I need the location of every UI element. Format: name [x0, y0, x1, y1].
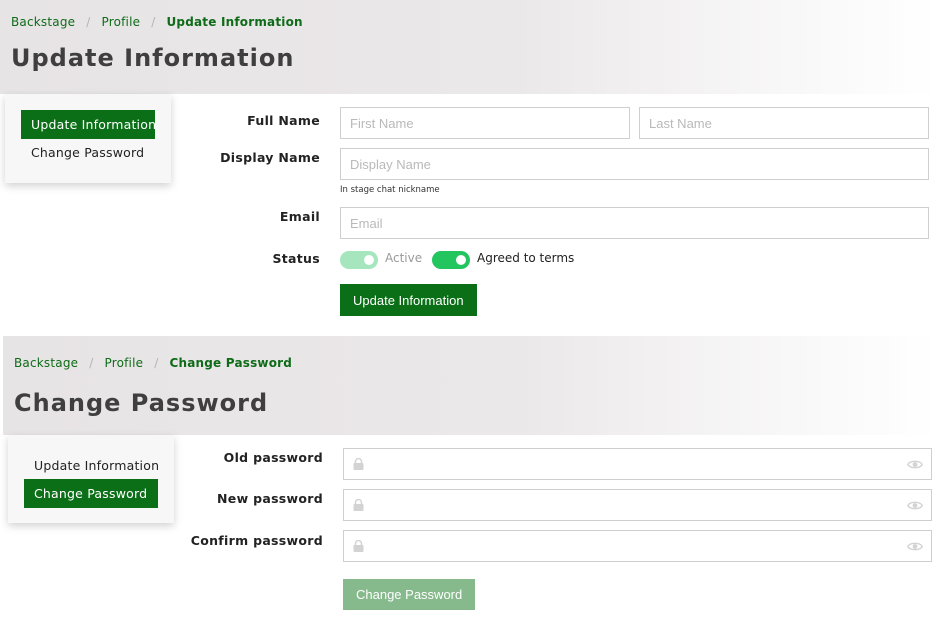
active-toggle[interactable] [340, 251, 378, 269]
toggle-knob [456, 255, 466, 265]
agreed-to-terms-label: Agreed to terms [477, 251, 575, 265]
breadcrumb-separator: / [86, 15, 91, 29]
settings-sidebar: Update Information Change Password [5, 94, 171, 183]
status-label: Status [272, 251, 320, 266]
eye-icon[interactable] [907, 500, 923, 511]
breadcrumb-separator: / [151, 15, 156, 29]
display-name-field[interactable] [340, 148, 929, 180]
settings-sidebar: Update Information Change Password [8, 435, 174, 523]
confirm-password-input-group [343, 530, 932, 562]
new-password-input-group [343, 489, 932, 521]
new-password-label: New password [217, 491, 323, 506]
change-password-section: Backstage / Profile / Change Password Change… [3, 336, 939, 622]
sidebar-item-change-password[interactable]: Change Password [24, 479, 158, 508]
eye-icon[interactable] [907, 541, 923, 552]
breadcrumb-backstage-link[interactable]: Backstage [11, 15, 75, 29]
breadcrumb: Backstage / Profile / Change Password [14, 356, 292, 370]
first-name-field[interactable] [340, 107, 630, 139]
breadcrumb-separator: / [154, 356, 159, 370]
full-name-label: Full Name [247, 113, 320, 128]
breadcrumb-current: Change Password [169, 356, 293, 370]
email-label: Email [279, 209, 320, 224]
last-name-field[interactable] [639, 107, 929, 139]
page-title: Change Password [14, 389, 269, 417]
sidebar-item-update-information[interactable]: Update Information [24, 451, 159, 480]
breadcrumb-profile-link[interactable]: Profile [105, 356, 144, 370]
old-password-input-group [343, 448, 932, 480]
old-password-field[interactable] [374, 449, 904, 479]
lock-icon [353, 458, 364, 470]
page-title: Update Information [11, 44, 295, 72]
change-password-button[interactable]: Change Password [343, 579, 476, 610]
old-password-label: Old password [223, 450, 323, 465]
page-header: Backstage / Profile / Change Password Change… [3, 336, 939, 435]
lock-icon [353, 499, 364, 511]
breadcrumb: Backstage / Profile / Update Information [11, 15, 303, 29]
update-information-button[interactable]: Update Information [340, 284, 477, 316]
confirm-password-label: Confirm password [190, 533, 323, 548]
sidebar-item-change-password[interactable]: Change Password [21, 138, 155, 167]
breadcrumb-separator: / [89, 356, 94, 370]
confirm-password-field[interactable] [374, 531, 904, 561]
eye-icon[interactable] [907, 459, 923, 470]
page-header: Backstage / Profile / Update Information Upd… [0, 0, 939, 94]
new-password-field[interactable] [374, 490, 904, 520]
display-name-label: Display Name [220, 150, 320, 165]
update-information-section: Backstage / Profile / Update Information Upd… [0, 0, 939, 336]
sidebar-item-update-information[interactable]: Update Information [21, 110, 156, 139]
breadcrumb-profile-link[interactable]: Profile [102, 15, 141, 29]
agreed-to-terms-toggle[interactable] [432, 251, 470, 269]
email-field[interactable] [340, 207, 929, 239]
breadcrumb-current: Update Information [166, 15, 303, 29]
lock-icon [353, 540, 364, 552]
toggle-knob [364, 255, 374, 265]
display-name-help-text: In stage chat nickname [340, 185, 440, 195]
breadcrumb-backstage-link[interactable]: Backstage [14, 356, 78, 370]
active-toggle-label: Active [385, 251, 423, 265]
